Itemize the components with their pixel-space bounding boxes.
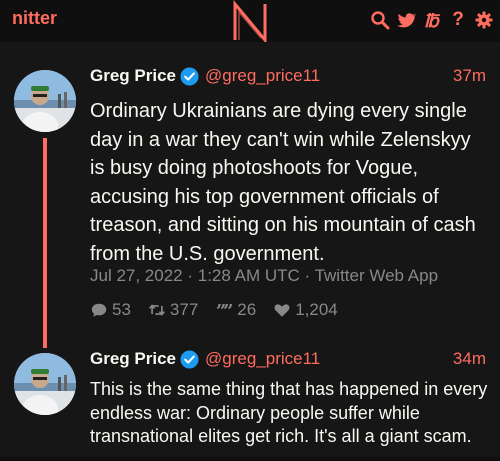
tweet-published-date: Jul 27, 2022 · 1:28 AM UTC · Twitter Web… <box>90 266 439 285</box>
tweet[interactable]: Greg Price @greg_price11 34m This is the… <box>0 341 500 461</box>
timeline: Greg Price @greg_price11 37m Ordinary Uk… <box>0 42 500 457</box>
svg-text:℔: ℔ <box>424 11 441 30</box>
avatar[interactable] <box>14 353 76 415</box>
tweet-content: Ordinary Ukrainians are dying every sing… <box>90 100 476 265</box>
brand-link[interactable]: nitter <box>12 8 57 29</box>
tweet[interactable]: Greg Price @greg_price11 37m Ordinary Uk… <box>0 58 500 348</box>
search-icon[interactable] <box>370 10 390 30</box>
stat-replies[interactable]: 53 <box>90 300 131 320</box>
comment-icon <box>91 303 107 317</box>
svg-text:”: ” <box>223 301 233 319</box>
settings-icon[interactable] <box>474 10 494 30</box>
username-link[interactable]: @greg_price11 <box>205 349 320 369</box>
fullname-link[interactable]: Greg Price <box>90 349 176 369</box>
stat-likes-count: 1,204 <box>295 300 338 319</box>
tweet-stats: 53 377 ”” 26 1,204 <box>90 300 355 320</box>
heart-icon <box>274 304 290 317</box>
username-link[interactable]: @greg_price11 <box>205 66 320 86</box>
retweet-icon <box>148 304 165 316</box>
nitter-logo-icon[interactable] <box>229 0 271 45</box>
tweet-header: Greg Price @greg_price11 34m <box>90 349 486 373</box>
stat-replies-count: 53 <box>112 300 131 319</box>
verified-badge-icon <box>180 350 199 369</box>
help-icon[interactable]: ? <box>448 10 468 30</box>
quote-icon: ”” <box>216 301 233 319</box>
stat-retweets-count: 377 <box>169 300 199 319</box>
fullname-link[interactable]: Greg Price <box>90 66 176 86</box>
tweet-content: This is the same thing that has happened… <box>90 379 488 446</box>
tweet-time-link[interactable]: 34m <box>453 349 486 369</box>
tweet-header: Greg Price @greg_price11 37m <box>90 66 486 90</box>
rss-icon[interactable]: ℔ <box>422 10 442 30</box>
thread-line <box>43 138 47 348</box>
verified-badge-icon <box>180 67 199 86</box>
stat-likes[interactable]: 1,204 <box>273 300 338 320</box>
stat-quotes[interactable]: ”” 26 <box>215 300 256 320</box>
twitter-bird-icon[interactable] <box>396 10 416 30</box>
navbar: nitter ℔ ? <box>0 0 500 45</box>
stat-quotes-count: 26 <box>237 300 257 319</box>
stat-retweets[interactable]: 377 <box>148 300 198 320</box>
avatar[interactable] <box>14 70 76 132</box>
nav-icons: ℔ ? <box>370 9 494 31</box>
tweet-time-link[interactable]: 37m <box>453 66 486 86</box>
